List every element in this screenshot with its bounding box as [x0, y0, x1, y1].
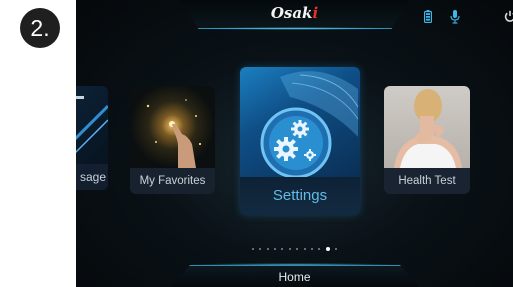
- carousel-card-label: My Favorites: [130, 168, 215, 194]
- pagination-dot[interactable]: [266, 247, 269, 250]
- pagination-dot[interactable]: [318, 247, 321, 250]
- pagination-dot[interactable]: [251, 247, 254, 250]
- gears-thumbnail-icon: [240, 67, 360, 179]
- pagination-dot-active[interactable]: [325, 246, 330, 251]
- home-button[interactable]: Home: [76, 270, 513, 284]
- pagination-dot[interactable]: [310, 247, 313, 250]
- hand-sparkle-thumbnail-icon: [130, 86, 215, 168]
- pagination-dot[interactable]: [335, 247, 338, 250]
- brand-logo: Osaki: [76, 4, 513, 22]
- carousel-pagination: [76, 238, 513, 251]
- pagination-dot[interactable]: [281, 247, 284, 250]
- carousel-card-label: Settings: [240, 177, 360, 215]
- carousel-card-label: sage: [76, 164, 108, 190]
- battery-icon[interactable]: [424, 10, 432, 23]
- top-bar-glow: [196, 27, 394, 30]
- pagination-dot[interactable]: [288, 247, 291, 250]
- carousel-card-massage[interactable]: sage: [76, 86, 108, 190]
- neck-pain-thumbnail-icon: [384, 86, 470, 168]
- carousel-card-my-favorites[interactable]: My Favorites: [130, 86, 215, 194]
- pagination-dot[interactable]: [296, 247, 299, 250]
- brand-logo-accent: i: [312, 4, 319, 22]
- carousel-card-label: Health Test: [384, 168, 470, 194]
- power-icon[interactable]: [504, 10, 513, 23]
- step-number-badge: 2.: [20, 8, 60, 48]
- carousel-card-health-test[interactable]: Health Test: [384, 86, 470, 194]
- carousel-card-settings[interactable]: Settings: [240, 67, 360, 215]
- pagination-dot[interactable]: [259, 247, 262, 250]
- top-bar: Osaki: [76, 0, 513, 34]
- massage-thumbnail-icon: [76, 96, 108, 154]
- pagination-dot[interactable]: [274, 247, 277, 250]
- microphone-icon[interactable]: [450, 10, 460, 24]
- brand-logo-text: Osak: [270, 4, 313, 22]
- massage-chair-screen: Osaki sage My Favorites Settings Health …: [76, 0, 513, 287]
- pagination-dot[interactable]: [303, 247, 306, 250]
